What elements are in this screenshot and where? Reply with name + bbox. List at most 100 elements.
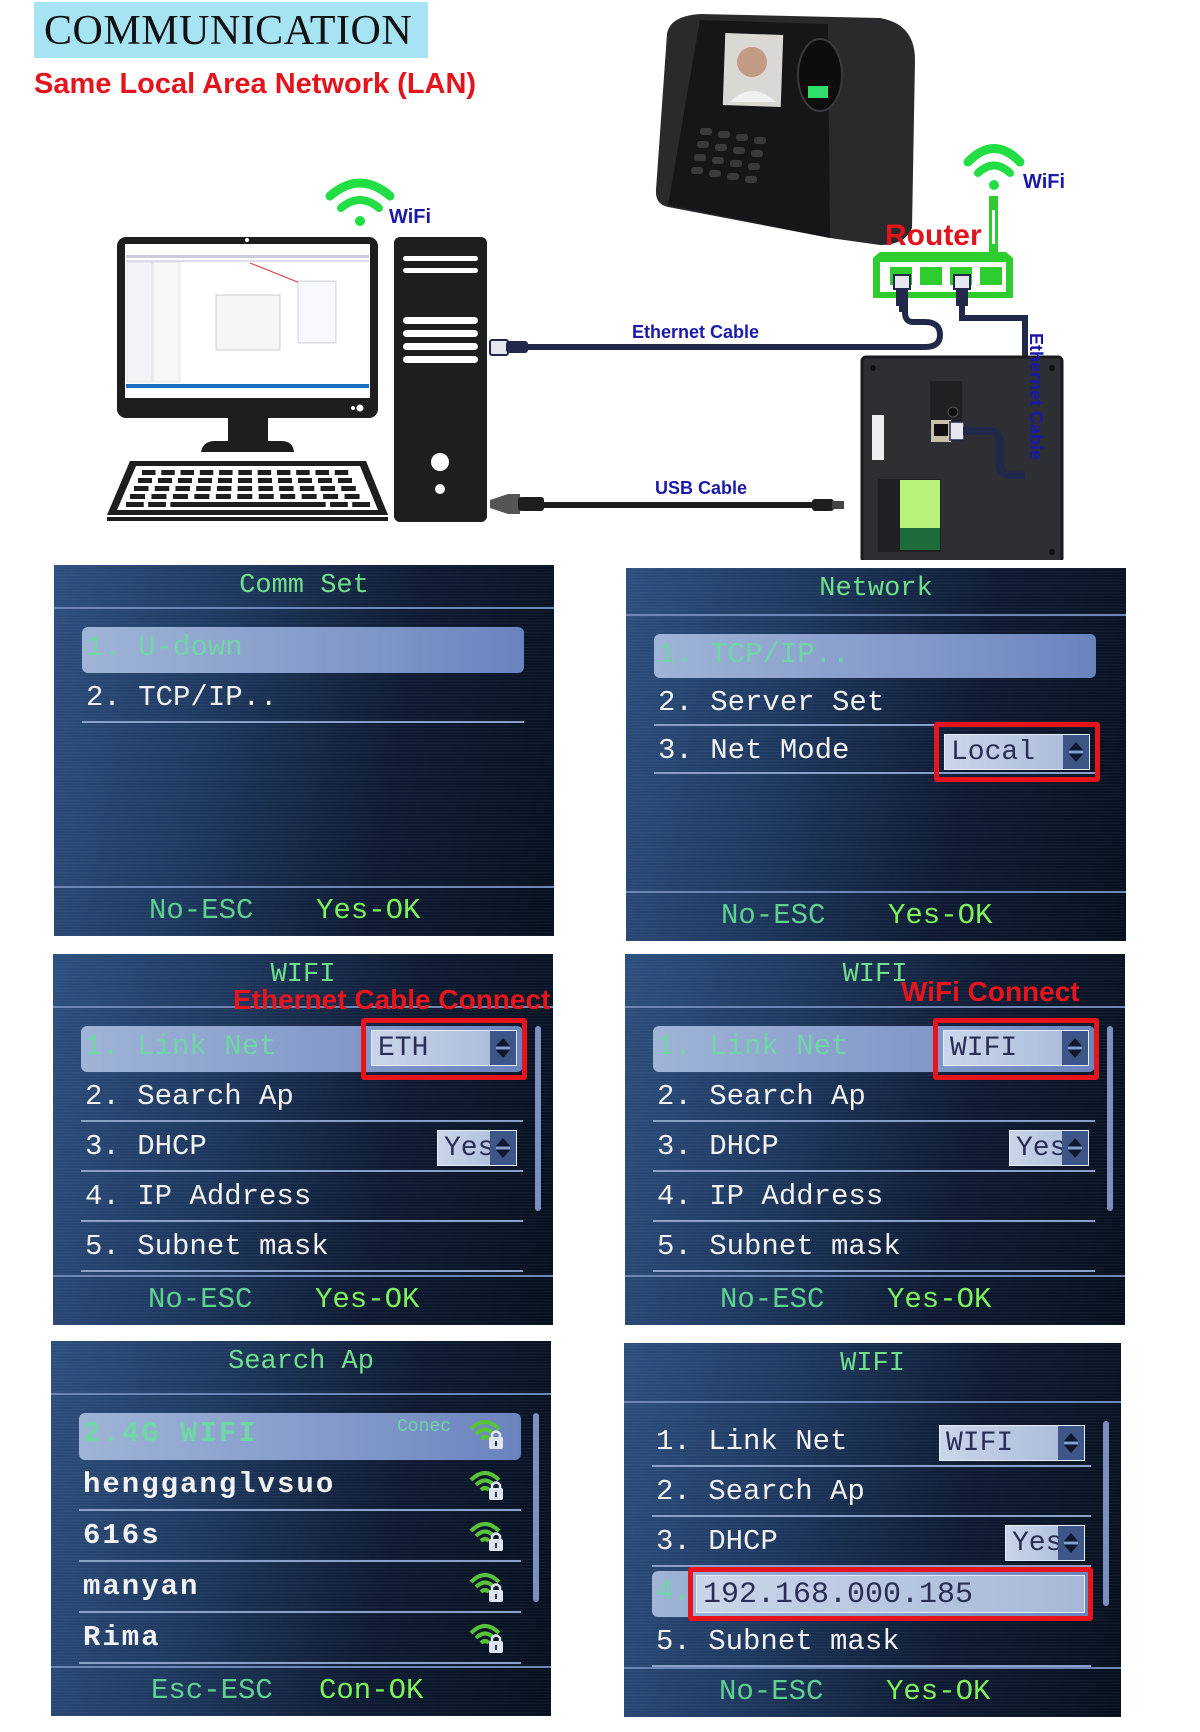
escape-button[interactable]: No-ESC [719,1675,823,1708]
value-selector[interactable]: Yes [437,1130,517,1166]
highlight-box [933,1018,1099,1080]
up-down-arrows-icon[interactable] [490,1131,516,1165]
title-divider [51,1393,551,1395]
lcd-screen-network: Network 1. TCP/IP.. 2. Server Set 3. Net Mo… [626,568,1126,941]
menu-item[interactable]: 3. Net Mode Local [654,722,1100,782]
ok-button[interactable]: Con-OK [319,1674,423,1707]
menu-item[interactable]: hengganglvsuo [79,1464,521,1511]
usb-cable-label: USB Cable [655,478,747,498]
menu-item[interactable]: 4. 192.168.000.185 [652,1567,1093,1621]
escape-button[interactable]: Esc-ESC [151,1674,273,1707]
menu-item[interactable]: 4. IP Address [81,1176,523,1222]
lcd-title: Search Ap [228,1347,374,1377]
scrollbar[interactable] [1107,1026,1113,1211]
lcd-screen-wifi: WIFI 1. Link Net WIFI 2. Search Ap 3. DHCP Ye… [625,954,1125,1325]
escape-button[interactable]: No-ESC [148,1283,252,1316]
lcd-footer: No-ESC Yes-OK [626,893,1126,941]
highlight-box [688,1567,1093,1621]
menu-item[interactable]: Rima [79,1617,521,1664]
ok-button[interactable]: Yes-OK [315,1283,419,1316]
escape-button[interactable]: No-ESC [721,899,825,932]
menu-item[interactable]: 5. Subnet mask [652,1621,1091,1667]
menu-item[interactable]: 3. DHCP Yes [652,1521,1091,1567]
menu-item[interactable]: 2. Search Ap [653,1076,1095,1122]
keyboard-icon [107,461,388,521]
row-divider [653,1220,1095,1222]
menu-item-label: 5. Subnet mask [657,1230,901,1263]
menu-item-label: 3. Net Mode [658,734,850,767]
row-divider [652,1465,1091,1467]
menu-item-label: 1. Link Net [656,1425,848,1458]
menu-item-label: 616s [83,1519,161,1552]
scrollbar[interactable] [1103,1421,1109,1606]
menu-item-label: 5. Subnet mask [85,1230,329,1263]
menu-item-label: 4. IP Address [657,1180,884,1213]
value-selector[interactable]: WIFI [939,1425,1085,1461]
up-down-arrows-icon[interactable] [1058,1426,1084,1460]
menu-item[interactable]: 1. Link Net WIFI [652,1421,1091,1467]
lcd-title: Network [819,574,933,604]
wifi-lock-icon [469,1417,505,1451]
menu-item-label: 2. Search Ap [657,1080,866,1113]
monitor-icon [117,237,378,452]
menu-item[interactable]: 616s [79,1515,521,1562]
menu-item[interactable]: 5. Subnet mask [81,1226,523,1272]
menu-item[interactable]: 3. DHCP Yes [81,1126,523,1172]
row-divider [79,1662,521,1664]
wifi-lock-icon [469,1621,505,1655]
router-wifi-icon [963,144,1025,190]
connection-status: Conec [396,1417,451,1437]
ok-button[interactable]: Yes-OK [887,1283,991,1316]
menu-item-label: 3. DHCP [656,1525,778,1558]
up-down-arrows-icon[interactable] [1062,1131,1088,1165]
menu-item[interactable]: 1. Link Net WIFI [653,1018,1099,1080]
menu-item[interactable]: 4. IP Address [653,1176,1095,1222]
lcd-footer: No-ESC Yes-OK [53,1277,553,1325]
title-divider [624,1401,1121,1403]
scrollbar[interactable] [533,1413,539,1602]
highlight-box [361,1018,527,1080]
row-divider [79,1560,521,1562]
row-divider [652,1515,1091,1517]
menu-item-label: 1. Link Net [657,1030,849,1063]
menu-item[interactable]: 1. U-down [82,627,524,673]
up-down-arrows-icon[interactable] [1058,1526,1084,1560]
value-selector[interactable]: Yes [1005,1525,1085,1561]
row-divider [81,1270,523,1272]
ok-button[interactable]: Yes-OK [316,894,420,927]
title-divider [54,607,554,609]
menu-item[interactable]: 3. DHCP Yes [653,1126,1095,1172]
menu-item-label: 4. [656,1575,691,1608]
selector-value: Yes [1012,1528,1063,1559]
ok-button[interactable]: Yes-OK [886,1675,990,1708]
network-diagram: Ethernet Cable USB Cable Router WiFi WiF… [107,14,1065,560]
lcd-footer: Esc-ESC Con-OK [51,1668,551,1716]
menu-item[interactable]: 1. Link Net ETH [81,1018,527,1080]
value-selector[interactable]: Yes [1009,1130,1089,1166]
menu-item[interactable]: manyan [79,1566,521,1613]
menu-item[interactable]: 2. Search Ap [81,1076,523,1122]
menu-item-label: 5. Subnet mask [656,1625,900,1658]
ok-button[interactable]: Yes-OK [888,899,992,932]
menu-item-label: 1. Link Net [85,1030,277,1063]
menu-item-label: 2. Search Ap [656,1475,865,1508]
menu-item[interactable]: 2. Server Set [654,682,1096,726]
row-divider [653,1120,1095,1122]
escape-button[interactable]: No-ESC [720,1283,824,1316]
pc-tower-icon [394,237,487,522]
menu-item-label: 1. U-down [86,631,243,664]
selector-value: WIFI [946,1428,1014,1459]
connection-annotation: Ethernet Cable Connect [233,984,551,1015]
lcd-screen-search-ap: Search Ap 2.4G WIFI Conec hengganglvsuo 616s… [51,1341,551,1716]
menu-item[interactable]: 1. TCP/IP.. [654,634,1096,678]
escape-button[interactable]: No-ESC [149,894,253,927]
highlight-box [934,722,1100,782]
menu-item-label: 2. Search Ap [85,1080,294,1113]
menu-item[interactable]: 2. TCP/IP.. [82,677,524,723]
scrollbar[interactable] [535,1026,541,1211]
lcd-screen-wifi: WIFI 1. Link Net WIFI 2. Search Ap 3. DHCP Ye… [624,1343,1121,1717]
menu-item[interactable]: 5. Subnet mask [653,1226,1095,1272]
lcd-footer: No-ESC Yes-OK [625,1277,1125,1325]
menu-item[interactable]: 2.4G WIFI Conec [79,1413,521,1460]
menu-item[interactable]: 2. Search Ap [652,1471,1091,1517]
